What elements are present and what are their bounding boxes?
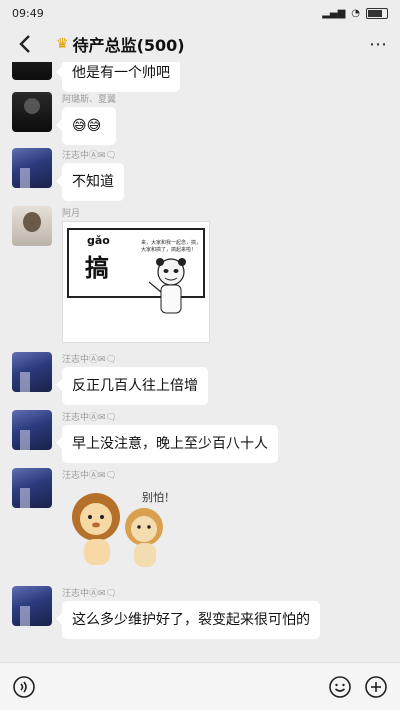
message-bubble[interactable]: 早上没注意，晚上至少百八十人 — [56, 425, 278, 463]
avatar[interactable] — [12, 206, 52, 246]
avatar[interactable] — [12, 62, 52, 80]
list-item: 汪志中Ⓐ✉🗨 早上没注意，晚上至少百八十人 — [12, 410, 278, 463]
emoji-button[interactable] — [326, 673, 354, 701]
list-item: 汪志中Ⓐ✉🗨 反正几百人往上倍增 — [12, 352, 208, 405]
sticker-pinyin: gǎo — [87, 234, 110, 247]
avatar[interactable] — [12, 586, 52, 626]
avatar[interactable] — [12, 352, 52, 392]
message-bubble[interactable]: 这么多少维护好了，裂变起来很可怕的 — [56, 601, 320, 639]
list-item: 汪志中Ⓐ✉🗨 这么多少维护好了，裂变起来很可怕的 — [12, 586, 320, 639]
sender-name: 汪志中Ⓐ✉🗨 — [62, 355, 117, 365]
sticker-hanzi: 搞 — [85, 254, 109, 282]
input-bar — [0, 662, 400, 710]
chevron-left-icon — [19, 35, 30, 53]
crown-icon: ♛ — [56, 36, 69, 52]
sender-name: 汪志中Ⓐ✉🗨 — [62, 589, 117, 599]
more-button[interactable]: ⋯ — [369, 34, 388, 55]
emoji-icon — [329, 675, 351, 698]
message-input[interactable] — [46, 670, 318, 703]
back-button[interactable] — [12, 31, 38, 57]
sender-name: 汪志中Ⓐ✉🗨 — [62, 471, 117, 481]
voice-icon — [13, 675, 35, 698]
avatar[interactable] — [12, 410, 52, 450]
chat-list[interactable]: 他是有一个帅吧 阿璐斯、夏翼 😅😅 汪志中Ⓐ✉🗨 不知道 阿月 gǎo 搞 来，… — [0, 62, 400, 662]
sender-name: 阿月 — [62, 209, 81, 219]
sender-name: 汪志中Ⓐ✉🗨 — [62, 151, 117, 161]
list-item: 阿璐斯、夏翼 😅😅 — [12, 92, 117, 145]
message-bubble[interactable]: 不知道 — [56, 163, 124, 201]
sender-name: 汪志中Ⓐ✉🗨 — [62, 413, 117, 423]
avatar[interactable] — [12, 468, 52, 508]
status-bar: 09:49 ▂▄▆ ◔ — [0, 0, 400, 26]
page-title: ♛ 待产总监(500) — [56, 32, 185, 56]
wifi-icon: ◔ — [351, 7, 360, 19]
avatar[interactable] — [12, 92, 52, 132]
list-item: 阿月 gǎo 搞 来，大家和我一起念，搞，大家和搞了，搞起来啦！ — [12, 206, 210, 343]
lion-caption: 别怕！ — [142, 491, 175, 504]
sticker-image[interactable]: gǎo 搞 来，大家和我一起念，搞，大家和搞了，搞起来啦！ — [62, 221, 210, 343]
panda-figure — [149, 258, 186, 314]
signal-icon: ▂▄▆ — [322, 7, 346, 19]
sticker-note: 来，大家和我一起念，搞，大家和搞了，搞起来啦！ — [141, 240, 202, 253]
battery-icon — [366, 7, 388, 19]
list-item: 他是有一个帅吧 — [12, 62, 180, 92]
voice-button[interactable] — [10, 673, 38, 701]
sender-name: 阿璐斯、夏翼 — [62, 95, 117, 105]
message-bubble[interactable]: 反正几百人往上倍增 — [56, 367, 208, 405]
avatar[interactable] — [12, 148, 52, 188]
group-title: 待产总监(500) — [72, 36, 185, 55]
status-time: 09:49 — [12, 6, 44, 20]
list-item: 汪志中Ⓐ✉🗨 别怕！ — [12, 468, 182, 573]
plus-icon — [365, 675, 387, 698]
list-item: 汪志中Ⓐ✉🗨 不知道 — [12, 148, 124, 201]
plus-button[interactable] — [362, 673, 390, 701]
chat-header: ♛ 待产总监(500) ⋯ — [0, 26, 400, 62]
lion-sticker[interactable]: 别怕！ — [62, 483, 182, 573]
message-bubble[interactable]: 他是有一个帅吧 — [56, 62, 180, 92]
message-bubble[interactable]: 😅😅 — [55, 107, 117, 145]
